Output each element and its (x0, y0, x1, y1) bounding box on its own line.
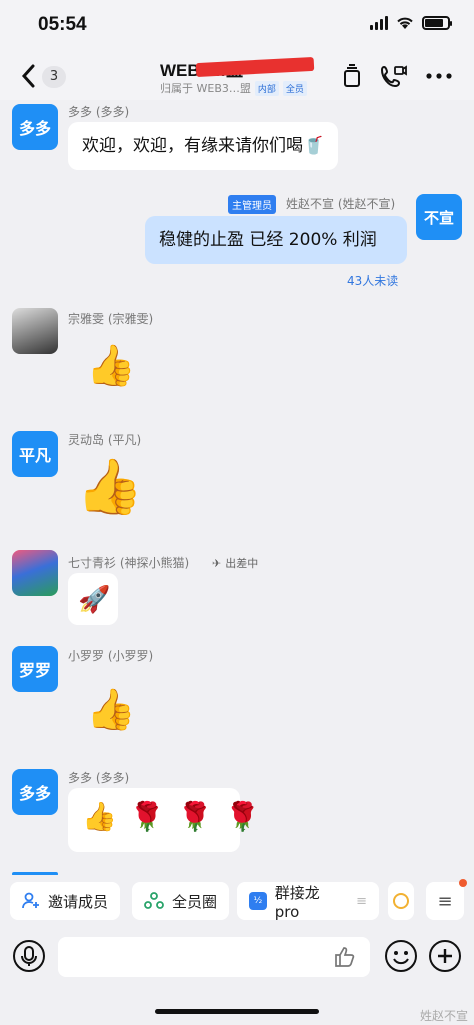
voice-icon[interactable] (12, 939, 46, 973)
relay-label: 群接龙 pro (274, 883, 320, 921)
header-actions (342, 64, 452, 88)
status-text: 出差中 (225, 557, 259, 570)
sender-name: 宗雅雯 (宗雅雯) (68, 312, 154, 326)
status-icons (370, 16, 452, 30)
quick-actions-bar: 邀请成员 全员圈 ½ 群接龙 pro ≡ ≡ (0, 875, 474, 927)
notification-dot (459, 879, 467, 887)
coin-icon (393, 893, 409, 909)
emoji-icon[interactable] (384, 939, 418, 973)
plane-icon: ✈ (212, 556, 222, 570)
invite-label: 邀请成员 (48, 892, 109, 911)
wifi-icon (397, 17, 413, 29)
invite-members-button[interactable]: 邀请成员 (10, 882, 121, 920)
partial-action-button[interactable] (388, 882, 414, 920)
sender-name: 灵动岛 (平凡) (68, 433, 142, 447)
message-input[interactable] (58, 937, 370, 977)
subtitle-text: 归属于 WEB3…盟 (160, 82, 251, 95)
avatar[interactable]: 多多 (12, 104, 58, 150)
battery-icon (422, 16, 452, 30)
sender-name: 多多 (多多) (68, 105, 130, 119)
avatar[interactable]: 罗罗 (12, 646, 58, 692)
call-video-icon[interactable] (380, 64, 408, 88)
home-indicator (155, 1009, 319, 1014)
message-list[interactable]: 多多 多多 (多多) 欢迎，欢迎，有缘来请你们喝🥤 主管理员 姓赵不宣 (姓赵不… (0, 100, 474, 876)
group-relay-button[interactable]: ½ 群接龙 pro ≡ (237, 882, 379, 921)
sender-name: 多多 (多多) (68, 771, 130, 785)
thumbs-up-icon[interactable] (334, 946, 356, 968)
sender-name: 七寸青衫 (神探小熊猫) (68, 556, 190, 570)
composer-bar: 姓赵不宣 (0, 927, 474, 1025)
circle-nodes-icon (144, 892, 164, 909)
add-user-icon (22, 892, 39, 909)
status-travel: ✈ 出差中 (212, 555, 258, 571)
avatar[interactable]: 不宣 (416, 194, 462, 240)
back-chevron-icon[interactable] (18, 62, 40, 90)
thumbs-up-sticker[interactable]: 👍 (86, 346, 136, 386)
rocket-sticker: 🚀 (78, 585, 111, 615)
plus-icon[interactable] (428, 939, 462, 973)
all-members-circle-button[interactable]: 全员圈 (132, 882, 230, 920)
reaction-stickers: 👍 🌹 🌹 🌹 (82, 800, 263, 833)
chat-subtitle: 归属于 WEB3…盟 内部 全员 (160, 80, 307, 96)
relay-icon: ½ (249, 892, 267, 910)
relay-more-icon: ≡ (356, 893, 367, 909)
more-icon[interactable] (426, 73, 452, 79)
avatar[interactable]: 平凡 (12, 431, 58, 477)
unread-count-badge[interactable]: 3 (42, 66, 66, 88)
tag-all: 全员 (282, 80, 307, 96)
role-badge: 主管理员 (228, 195, 276, 214)
message-bubble[interactable]: 稳健的止盈 已经 200% 利润 (145, 216, 407, 264)
menu-icon: ≡ (437, 890, 453, 912)
avatar[interactable]: 多多 (12, 769, 58, 815)
circle-label: 全员圈 (172, 892, 218, 911)
thumbs-up-sticker[interactable]: 👍 (86, 690, 136, 730)
chat-header: 3 WEB3…盟 归属于 WEB3…盟 内部 全员 (0, 52, 474, 100)
thumbs-up-sticker[interactable]: 👍 (76, 460, 143, 514)
signal-icon (370, 16, 388, 30)
status-bar: 05:54 (0, 0, 474, 52)
tag-internal: 内部 (254, 80, 279, 96)
message-bubble[interactable]: 欢迎，欢迎，有缘来请你们喝🥤 (68, 122, 339, 170)
status-time: 05:54 (38, 14, 87, 35)
quick-menu-button[interactable]: ≡ (426, 879, 467, 920)
watermark: 姓赵不宣 (419, 1009, 468, 1023)
avatar[interactable] (12, 550, 58, 596)
sender-name: 小罗罗 (小罗罗) (68, 649, 154, 663)
unread-status[interactable]: 43人未读 (347, 272, 398, 289)
sender-name: 姓赵不宣 (姓赵不宣) (286, 197, 396, 211)
docs-stack-icon[interactable] (342, 64, 362, 88)
avatar[interactable] (12, 308, 58, 354)
